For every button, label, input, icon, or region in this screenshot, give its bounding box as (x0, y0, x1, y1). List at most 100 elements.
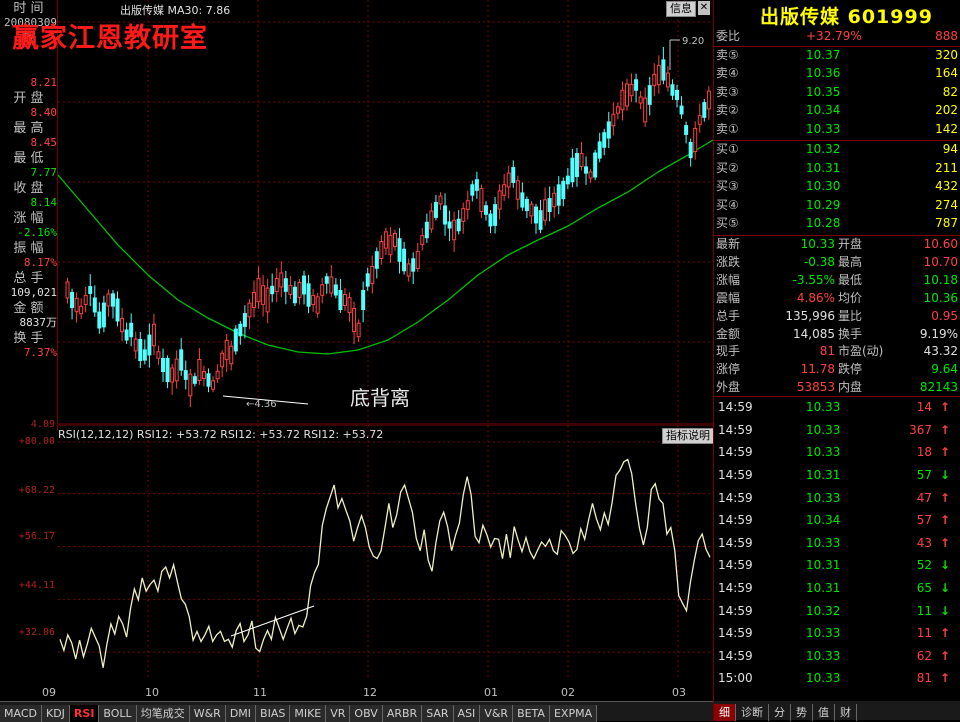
buy-row: 买① 10.32 94 (714, 140, 960, 159)
indicator-tab-wr[interactable]: W&R (189, 705, 226, 722)
stat-value: 9.64 (931, 362, 958, 377)
candle-body (470, 184, 475, 196)
candle-body (97, 311, 102, 329)
buy-volume: 787 (935, 216, 958, 231)
indicator-tab-arbr[interactable]: ARBR (382, 705, 423, 722)
buy-row: 买⑤ 10.28 787 (714, 214, 960, 233)
x-tick-label: 10 (145, 686, 159, 699)
sell-row: 卖④ 10.36 164 (714, 64, 960, 83)
arrow-down-icon: ↓ (939, 580, 950, 595)
candle-body (529, 203, 534, 217)
sell-price: 10.34 (806, 103, 841, 118)
candle-body (629, 83, 634, 97)
candle-body (206, 373, 211, 387)
sell-row: 卖③ 10.35 82 (714, 83, 960, 102)
tick-volume: 65 (916, 580, 932, 595)
candle-body (279, 272, 284, 288)
tick-price: 10.32 (806, 603, 841, 618)
indicator-tab-sar[interactable]: SAR (422, 705, 454, 722)
candle-body (83, 295, 88, 305)
candle-body (224, 339, 229, 361)
indicator-tab-beta[interactable]: BETA (513, 705, 550, 722)
candle-body (297, 281, 302, 299)
candle-body (543, 199, 548, 221)
indicator-help-button[interactable]: 指标说明 (662, 428, 714, 444)
tick-volume: 81 (916, 671, 932, 686)
candle-body (302, 275, 307, 295)
candle-body (174, 358, 179, 382)
candlestick-chart[interactable]: 9.20 ←4.36 (58, 0, 713, 425)
candle-body (556, 184, 561, 206)
rsi-chart[interactable] (58, 425, 713, 680)
indicator-tab-boll[interactable]: BOLL (99, 705, 137, 722)
stat-label: 最新 (716, 237, 741, 251)
arrow-up-icon: ↑ (939, 445, 950, 460)
indicator-tab-[interactable]: 均笔成交 (136, 705, 190, 722)
candle-body (620, 89, 625, 111)
tick-price: 10.33 (806, 626, 841, 641)
candle-body (452, 219, 457, 241)
sell-label: 卖④ (716, 66, 739, 81)
indicator-tab-vr[interactable]: V&R (480, 705, 514, 722)
buy-price: 10.30 (806, 179, 841, 194)
candle-body (493, 204, 498, 226)
indicator-tab-vr[interactable]: VR (326, 705, 351, 722)
sell-price: 10.37 (806, 48, 841, 62)
candle-body (497, 190, 502, 210)
tick-time: 14:59 (718, 535, 753, 550)
stat-value: 10.70 (923, 254, 958, 269)
arrow-down-icon: ↓ (939, 603, 950, 618)
indicator-tab-expma[interactable]: EXPMA (549, 705, 598, 722)
rsi-y-label: +68.22 (18, 485, 55, 496)
candle-body (170, 367, 175, 383)
stat-value: 43.32 (923, 344, 958, 359)
sell-label: 卖② (716, 103, 739, 118)
candle-body (393, 233, 397, 247)
indicator-tab-obv[interactable]: OBV (350, 705, 383, 722)
sell-row: 卖⑤ 10.37 320 (714, 46, 960, 65)
candle-body (379, 241, 384, 259)
candle-body (688, 141, 693, 159)
quote-tab[interactable]: 分 (769, 704, 791, 721)
info-button[interactable]: 信息 (666, 1, 696, 17)
tick-time: 14:59 (718, 580, 753, 595)
indicator-tab-macd[interactable]: MACD (0, 705, 42, 722)
tick-time: 14:59 (718, 513, 753, 528)
candle-body (647, 85, 652, 105)
quote-tab[interactable]: 势 (791, 704, 813, 721)
stat-value: -0.38 (803, 254, 835, 269)
candle-body (547, 198, 552, 212)
candle-body (456, 218, 461, 232)
quote-tab[interactable]: 值 (813, 704, 835, 721)
indicator-tab-asi[interactable]: ASI (453, 705, 481, 722)
stat-value: 14,085 (793, 326, 835, 341)
candle-body (292, 286, 297, 304)
indicator-tab-bias[interactable]: BIAS (256, 705, 291, 722)
arrow-down-icon: ↓ (939, 558, 950, 573)
stat-label: 总手 (716, 308, 741, 323)
indicator-tab-mike[interactable]: MIKE (290, 705, 327, 722)
close-icon[interactable]: ✕ (698, 1, 710, 15)
stat-row: 现手 81 市盈(动) 43.32 (714, 342, 960, 361)
indicator-tab-rsi[interactable]: RSI (69, 705, 100, 722)
stat-label: 涨幅 (716, 272, 741, 287)
quote-tab[interactable]: 细 (714, 704, 736, 721)
quote-tab[interactable]: 诊断 (736, 704, 769, 721)
stat-row: 最新 10.33 开盘 10.60 (714, 235, 960, 254)
stat-value: 135,996 (785, 308, 835, 323)
sell-volume: 142 (935, 121, 958, 136)
candle-body (443, 205, 448, 225)
candle-body (565, 175, 570, 185)
candle-body (115, 298, 120, 322)
indicator-tab-dmi[interactable]: DMI (225, 705, 257, 722)
indicator-tab-kdj[interactable]: KDJ (41, 705, 70, 722)
quote-tab[interactable]: 财 (835, 704, 857, 721)
sell-label: 卖③ (716, 84, 739, 99)
weibi-label: 委比 (716, 29, 741, 43)
candle-body (110, 293, 115, 307)
rsi-y-label: +44.11 (18, 580, 55, 591)
candle-body (602, 132, 607, 148)
candle-body (415, 250, 420, 270)
tick-time: 14:59 (718, 422, 753, 437)
tick-volume: 43 (916, 535, 932, 550)
